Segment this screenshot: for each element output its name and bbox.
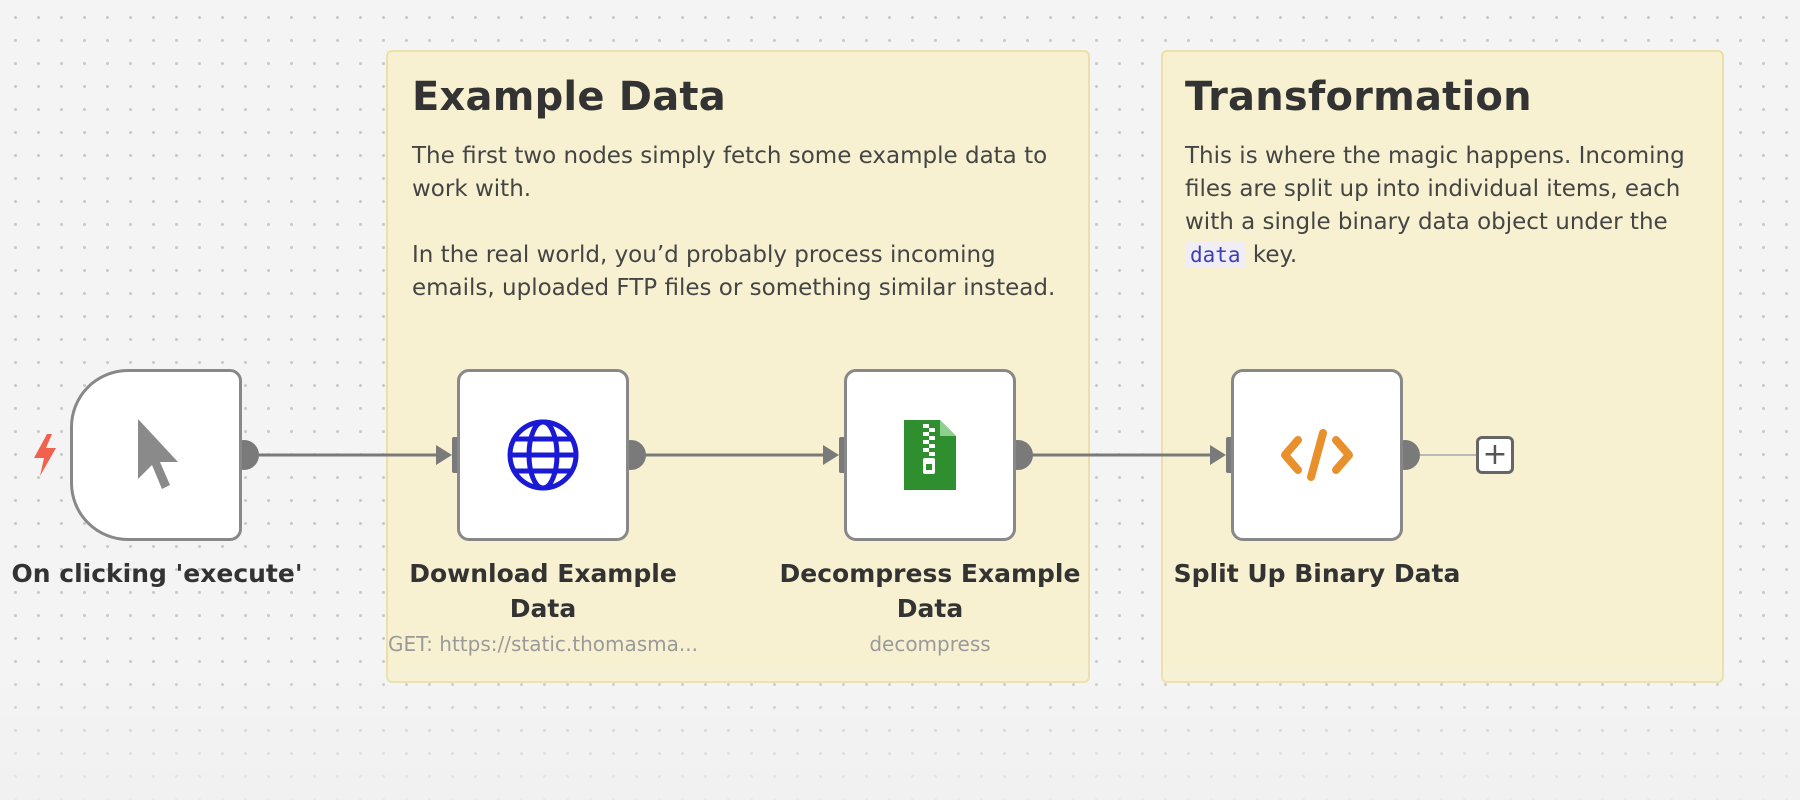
globe-icon [507,419,579,491]
trigger-bolt-icon [34,434,56,476]
node-label-line: Data [896,594,964,623]
node-label-manual-trigger: On clicking 'execute' [11,559,303,588]
node-split-up-binary-data[interactable] [1231,369,1403,541]
add-node-button[interactable]: + [1476,436,1514,474]
node-download-example-data[interactable] [457,369,629,541]
workflow-canvas[interactable]: Example Data The first two nodes simply … [0,0,1800,800]
node-label-line: Decompress Example [779,559,1081,588]
connection-trigger-to-download[interactable] [244,445,452,465]
connection-decompress-to-split[interactable] [1018,445,1226,465]
node-decompress-example-data[interactable] [844,369,1016,541]
node-manual-trigger[interactable] [70,369,242,541]
connection-download-to-decompress[interactable] [631,445,839,465]
node-label-decompress: Decompress Example Data [770,556,1090,626]
cursor-icon [138,419,178,489]
code-icon [1281,429,1353,481]
node-label-line: Data [509,594,577,623]
node-label-split: Split Up Binary Data [1173,559,1461,588]
node-subtitle-decompress: decompress [869,632,991,656]
node-subtitle-download: GET: https://static.thomasma... [388,632,698,656]
zip-file-icon [904,420,956,490]
node-label-download: Download Example Data [383,556,703,626]
node-label-line: Download Example [409,559,677,588]
